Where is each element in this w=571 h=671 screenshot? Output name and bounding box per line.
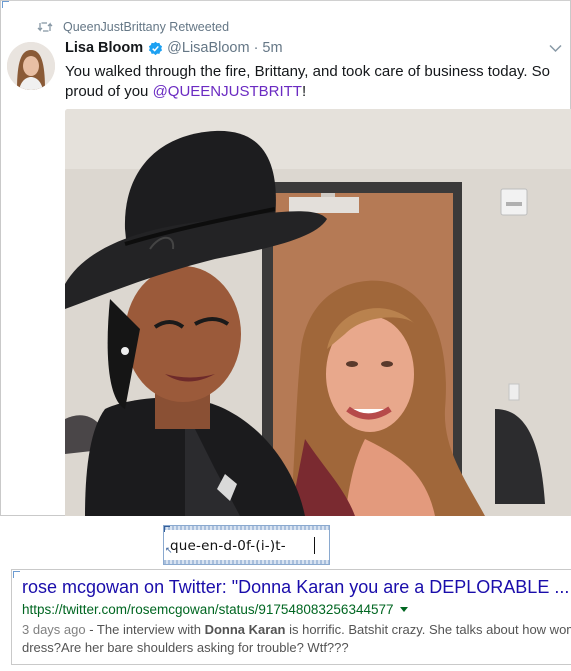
- retweet-context: QueenJustBrittany Retweeted: [37, 20, 229, 34]
- display-name[interactable]: Lisa Bloom: [65, 40, 143, 56]
- snippet-bold: Donna Karan: [204, 622, 286, 637]
- dropdown-caret-icon[interactable]: [399, 606, 408, 613]
- separator-dot: ·: [253, 40, 259, 56]
- search-input[interactable]: [170, 536, 324, 556]
- result-title-link[interactable]: rose mcgowan on Twitter: "Donna Karan yo…: [22, 577, 569, 598]
- snippet-line-2: dress?Are her bare shoulders asking for …: [22, 640, 349, 655]
- tweet-photo[interactable]: [65, 109, 571, 516]
- user-handle[interactable]: @LisaBloom: [167, 40, 249, 56]
- selection-corner: [2, 1, 9, 8]
- search-result: rose mcgowan on Twitter: "Donna Karan yo…: [11, 569, 571, 665]
- result-url-text[interactable]: https://twitter.com/rosemcgowan/status/9…: [22, 602, 394, 617]
- verified-badge-icon: [149, 41, 163, 55]
- retweet-icon: [37, 22, 53, 32]
- snippet-rest: is horrific. Batshit crazy. She talks ab…: [285, 622, 571, 637]
- tweet-card[interactable]: QueenJustBrittany Retweeted Lisa Bloom @…: [0, 0, 571, 516]
- divider: [1, 0, 570, 1]
- tweet-end: !: [301, 83, 307, 100]
- mention-link[interactable]: @QUEENJUSTBRITT: [153, 83, 302, 100]
- search-box-bottom-border: [164, 560, 329, 564]
- result-url: https://twitter.com/rosemcgowan/status/9…: [22, 602, 408, 617]
- snippet-date: 3 days ago: [22, 622, 86, 637]
- text-cursor: [314, 537, 315, 554]
- search-box[interactable]: ↖: [163, 525, 330, 565]
- search-box-top-border: [164, 526, 329, 530]
- timestamp[interactable]: 5m: [262, 40, 282, 56]
- result-snippet: 3 days ago - The interview with Donna Ka…: [22, 621, 571, 657]
- selection-corner: [13, 571, 20, 578]
- tweet-header: Lisa Bloom @LisaBloom · 5m: [65, 40, 283, 56]
- retweet-label[interactable]: QueenJustBrittany Retweeted: [63, 20, 229, 34]
- avatar[interactable]: [7, 42, 55, 90]
- selection-corner: [164, 526, 170, 532]
- tweet-text: You walked through the fire, Brittany, a…: [65, 62, 565, 102]
- chevron-down-icon[interactable]: [549, 44, 562, 53]
- snippet-dash: - The interview with: [85, 622, 205, 637]
- tweet-body: You walked through the fire, Brittany, a…: [65, 63, 551, 100]
